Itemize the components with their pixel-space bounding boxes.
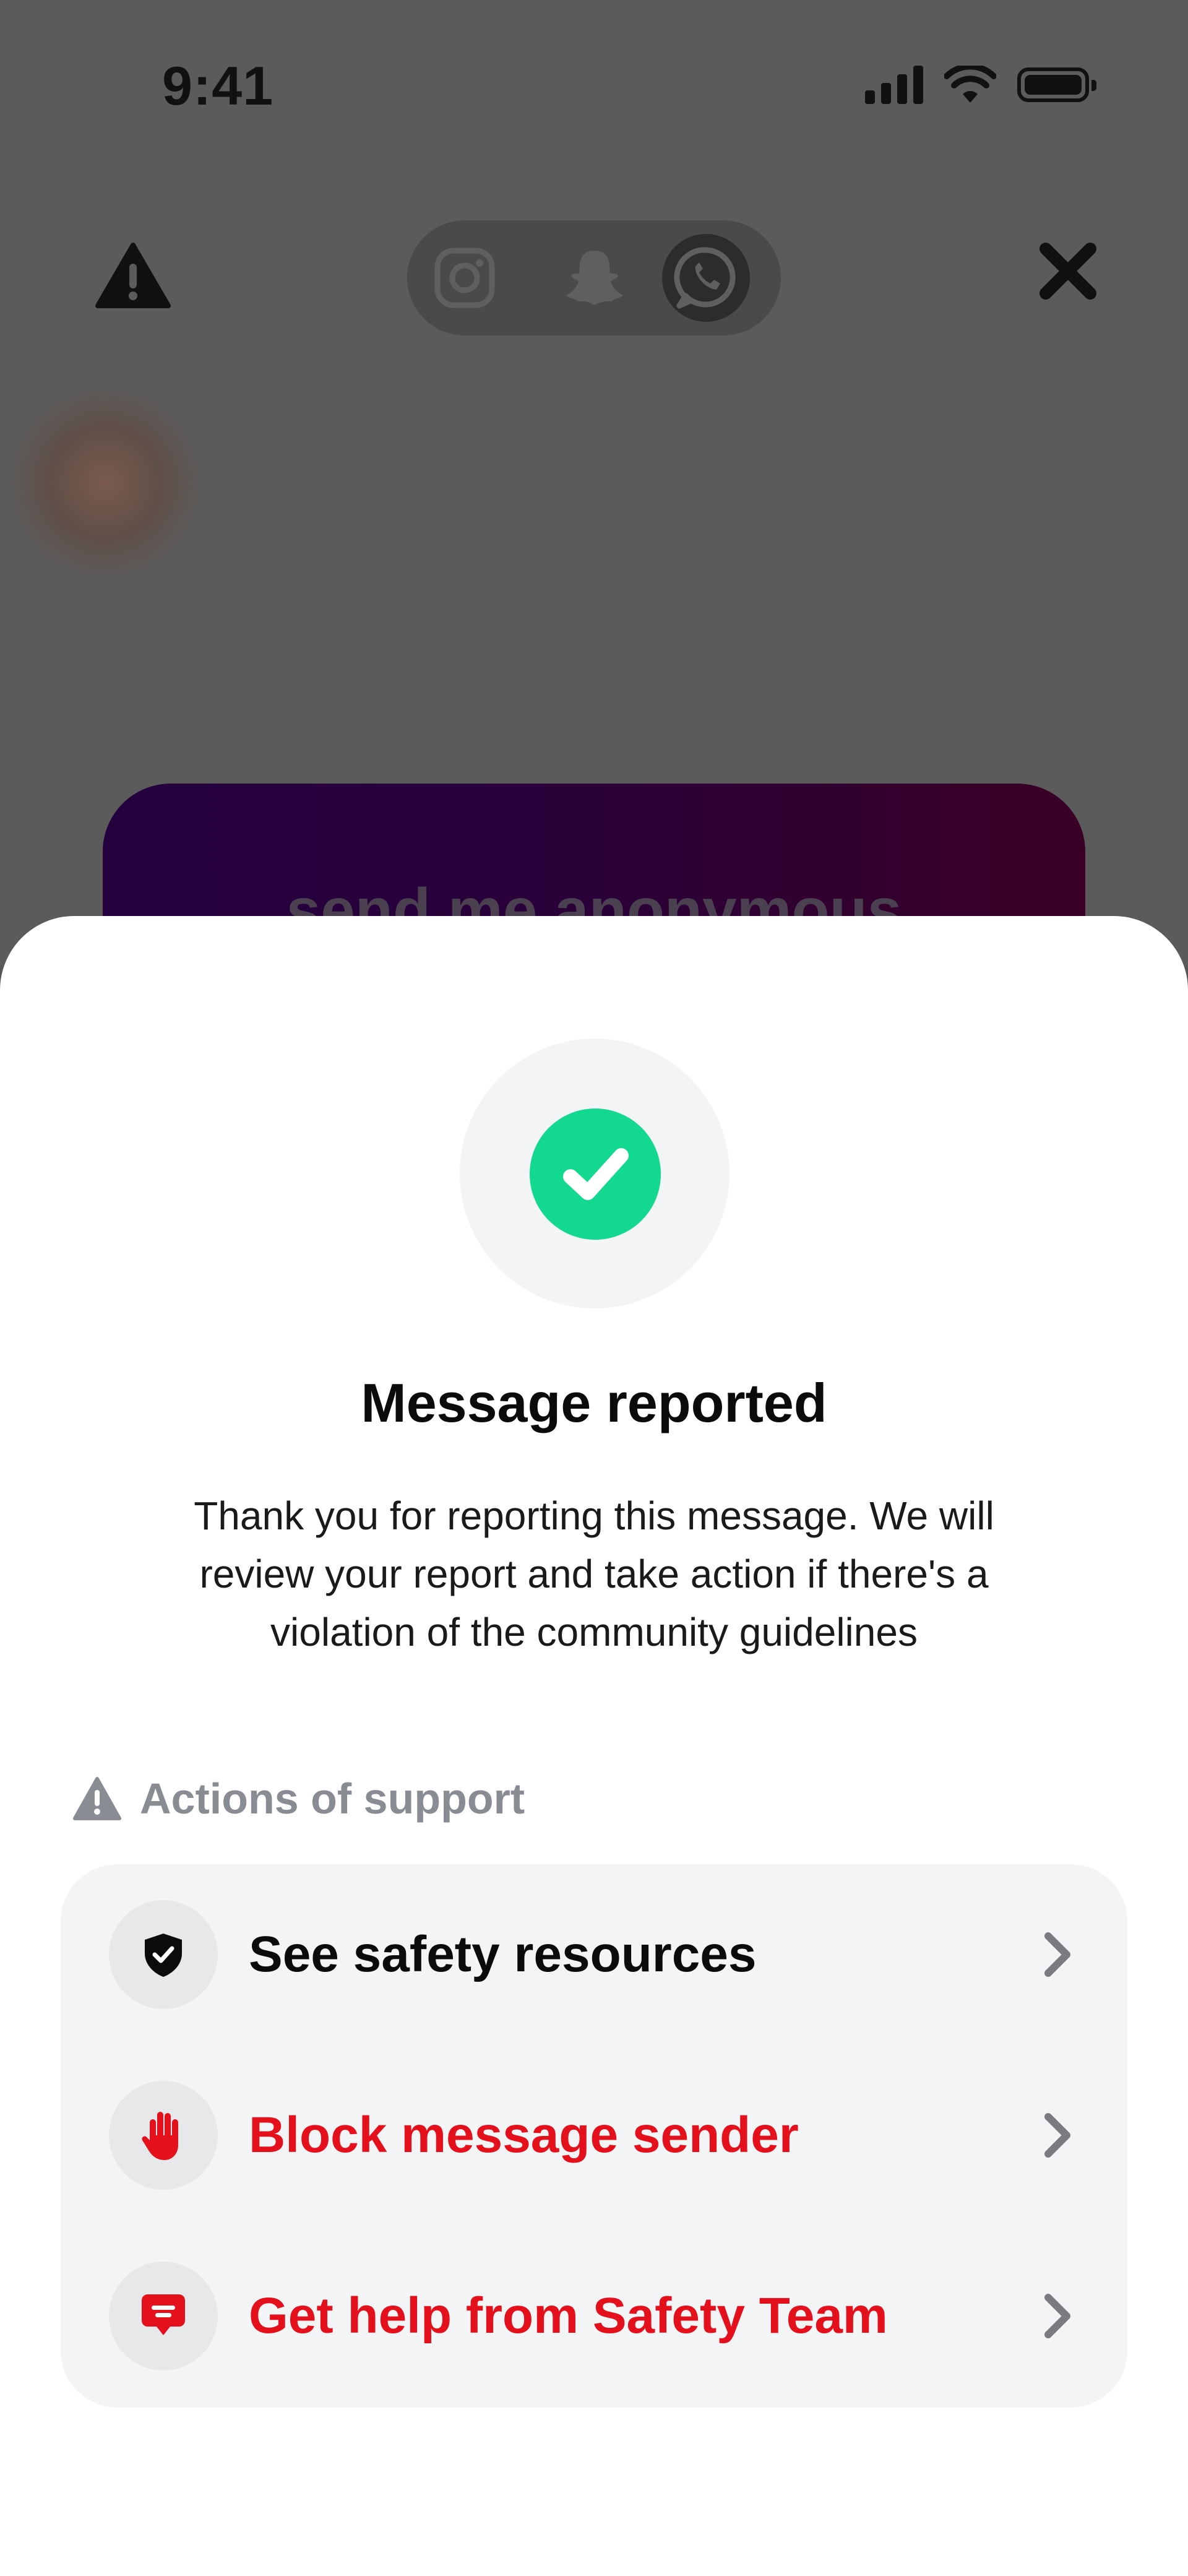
battery-icon [1017,67,1096,102]
chevron-right-icon [1044,1932,1070,1977]
chat-bubble-icon [109,2262,218,2371]
wifi-icon [944,66,996,103]
support-actions-card: See safety resources Block message sende… [61,1864,1127,2408]
warning-icon [73,1777,121,1820]
block-message-sender-button[interactable]: Block message sender [61,2045,1127,2226]
description-line: Thank you for reporting this message. We… [194,1493,994,1538]
see-safety-resources-button[interactable]: See safety resources [61,1864,1127,2045]
hand-stop-icon [109,2081,218,2190]
support-section-label: Actions of support [140,1774,525,1823]
status-time: 9:41 [162,55,274,116]
action-label: Get help from Safety Team [249,2288,888,2344]
description-line: violation of the community guidelines [270,1610,918,1654]
checkmark-icon [530,1109,661,1240]
description-line: review your report and take action if th… [199,1552,989,1596]
status-indicators [865,66,1096,104]
warning-icon[interactable] [95,241,171,309]
sheet-description: Thank you for reporting this message. We… [124,1487,1064,1661]
avatar [6,384,204,582]
support-section-header: Actions of support [73,1774,525,1823]
instagram-icon[interactable] [421,234,509,322]
action-label: Block message sender [249,2107,799,2163]
share-platform-selector [407,220,781,335]
get-help-safety-team-button[interactable]: Get help from Safety Team [61,2226,1127,2406]
cellular-signal-icon [865,66,923,104]
snapchat-icon[interactable] [551,234,639,322]
action-label: See safety resources [249,1926,757,1982]
shield-check-icon [109,1900,218,2009]
whatsapp-icon[interactable] [662,234,750,322]
background-app: 9:41 send me anonymous [0,0,1188,1019]
close-icon[interactable] [1032,235,1104,307]
chevron-right-icon [1044,2113,1070,2158]
sheet-title: Message reported [361,1372,827,1433]
chevron-right-icon [1044,2294,1070,2338]
